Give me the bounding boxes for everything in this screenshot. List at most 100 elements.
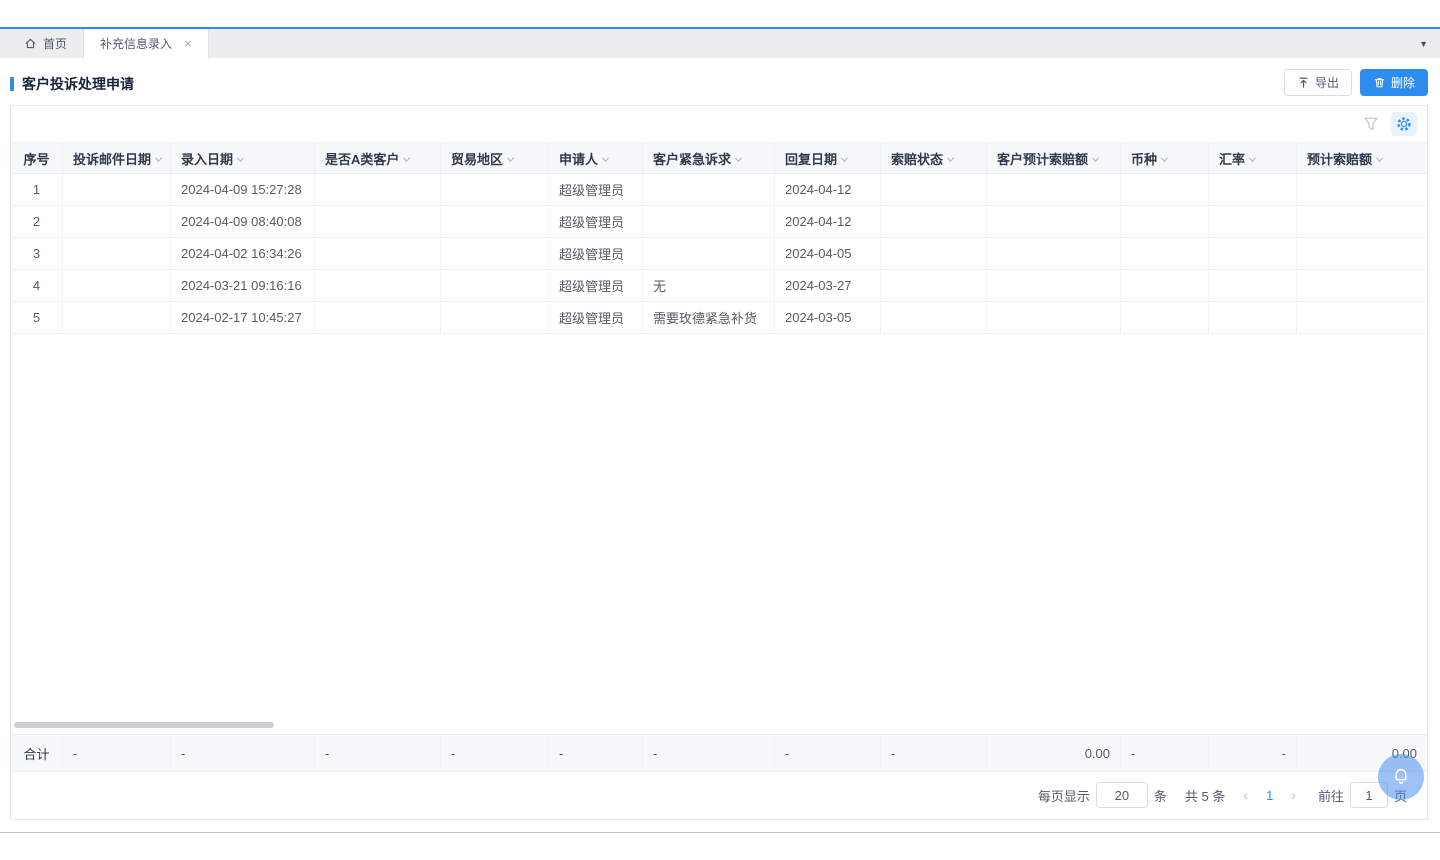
col-header-entry-date[interactable]: 录入日期 [171, 142, 315, 174]
tab-collapse-caret-icon[interactable]: ▼ [1419, 29, 1428, 58]
title-accent-bar [10, 77, 14, 91]
col-header-cust-est-claim[interactable]: 客户预计索赔额 [987, 142, 1121, 174]
col-header-urgent-demand[interactable]: 客户紧急诉求 [643, 142, 775, 174]
chevron-down-icon [154, 156, 163, 163]
table-cell [1209, 206, 1297, 238]
summary-row-wrap: 合计 - - - - - - - - 0.00 - - 0.00 [11, 734, 1427, 772]
next-page-icon[interactable]: › [1291, 787, 1296, 803]
table-cell [881, 270, 987, 302]
col-header-seq[interactable]: 序号 [11, 142, 63, 174]
summary-cell: - [441, 734, 549, 772]
col-header-applicant[interactable]: 申请人 [549, 142, 643, 174]
table-cell: 2024-02-17 10:45:27 [171, 302, 315, 334]
table-cell [643, 174, 775, 206]
table-cell: 2024-04-12 [775, 174, 881, 206]
summary-cell: - [1121, 734, 1209, 772]
table-row[interactable]: 5 2024-02-17 10:45:27 超级管理员 需要玫德紧急补货 202… [11, 302, 1427, 334]
chevron-down-icon [1091, 156, 1100, 163]
table-cell: 2024-03-27 [775, 270, 881, 302]
table-cell [1121, 270, 1209, 302]
table-cell [315, 270, 441, 302]
page-size-input[interactable] [1096, 782, 1148, 808]
chevron-down-icon [840, 156, 849, 163]
col-header-a-class[interactable]: 是否A类客户 [315, 142, 441, 174]
delete-button[interactable]: 删除 [1360, 69, 1428, 96]
table-body: 1 2024-04-09 15:27:28 超级管理员 2024-04-12 2… [11, 174, 1427, 334]
table-cell [1297, 174, 1427, 206]
table-cell: 2024-04-09 15:27:28 [171, 174, 315, 206]
goto-label: 前往 [1318, 786, 1344, 805]
table-cell [1121, 174, 1209, 206]
summary-cell: - [315, 734, 441, 772]
summary-cell: - [643, 734, 775, 772]
chevron-down-icon [1160, 156, 1169, 163]
page-title-block: 客户投诉处理申请 [10, 74, 134, 94]
col-header-exchange-rate[interactable]: 汇率 [1209, 142, 1297, 174]
table-cell: 需要玫德紧急补货 [643, 302, 775, 334]
chevron-down-icon [1248, 156, 1257, 163]
table-cell: 3 [11, 238, 63, 270]
table-row[interactable]: 3 2024-04-02 16:34:26 超级管理员 2024-04-05 [11, 238, 1427, 270]
table-header: 序号 投诉邮件日期 录入日期 是否A类客户 贸易地区 申请人 客户紧急诉求 回复… [11, 142, 1427, 174]
total-count-label: 共 5 条 [1185, 786, 1225, 805]
table-cell: 2024-04-12 [775, 206, 881, 238]
export-button[interactable]: 导出 [1284, 69, 1352, 96]
table-cell [1121, 238, 1209, 270]
col-header-claim-status[interactable]: 索赔状态 [881, 142, 987, 174]
table-cell [1121, 206, 1209, 238]
table-cell [63, 206, 171, 238]
table-row[interactable]: 1 2024-04-09 15:27:28 超级管理员 2024-04-12 [11, 174, 1427, 206]
filter-icon[interactable] [1363, 116, 1379, 132]
table-cell [1297, 270, 1427, 302]
summary-cell: - [63, 734, 171, 772]
notification-bell-button[interactable] [1378, 754, 1424, 800]
table-cell: 2024-04-02 16:34:26 [171, 238, 315, 270]
table-cell: 2 [11, 206, 63, 238]
table-cell: 无 [643, 270, 775, 302]
summary-cell: - [881, 734, 987, 772]
table-row[interactable]: 2 2024-04-09 08:40:08 超级管理员 2024-04-12 [11, 206, 1427, 238]
bottom-divider [0, 832, 1440, 833]
table-cell [881, 206, 987, 238]
table-cell: 1 [11, 174, 63, 206]
bell-icon [1390, 766, 1412, 788]
horizontal-scrollbar-thumb[interactable] [14, 722, 274, 728]
close-icon[interactable]: × [184, 37, 192, 50]
chevron-down-icon [236, 156, 245, 163]
col-header-complaint-date[interactable]: 投诉邮件日期 [63, 142, 171, 174]
export-button-label: 导出 [1315, 74, 1339, 91]
chevron-down-icon [601, 156, 610, 163]
col-header-currency[interactable]: 币种 [1121, 142, 1209, 174]
chevron-down-icon [946, 156, 955, 163]
page-size-unit: 条 [1154, 786, 1167, 805]
table-panel: 序号 投诉邮件日期 录入日期 是否A类客户 贸易地区 申请人 客户紧急诉求 回复… [10, 105, 1428, 820]
table-cell [1121, 302, 1209, 334]
table-cell [315, 206, 441, 238]
table-cell [315, 302, 441, 334]
column-settings-button[interactable] [1391, 112, 1417, 136]
current-page-number[interactable]: 1 [1266, 788, 1273, 803]
col-header-est-claim[interactable]: 预计索赔额 [1297, 142, 1427, 174]
page-size-label: 每页显示 [1038, 786, 1090, 805]
tab-home[interactable]: 首页 [8, 29, 83, 58]
table-cell: 超级管理员 [549, 238, 643, 270]
prev-page-icon[interactable]: ‹ [1243, 787, 1248, 803]
col-header-reply-date[interactable]: 回复日期 [775, 142, 881, 174]
table-row[interactable]: 4 2024-03-21 09:16:16 超级管理员 无 2024-03-27 [11, 270, 1427, 302]
col-header-trade-region[interactable]: 贸易地区 [441, 142, 549, 174]
table-cell [441, 206, 549, 238]
table-cell [63, 238, 171, 270]
table-cell [643, 238, 775, 270]
table-cell [441, 238, 549, 270]
table-cell: 2024-03-05 [775, 302, 881, 334]
gear-icon [1396, 116, 1412, 132]
trash-icon [1373, 76, 1386, 89]
summary-cell: - [1209, 734, 1297, 772]
chevron-down-icon [506, 156, 515, 163]
tab-active[interactable]: 补充信息录入 × [83, 29, 209, 58]
table-toolbar [11, 106, 1427, 142]
chevron-down-icon [734, 156, 743, 163]
table-cell [1209, 238, 1297, 270]
table-cell [643, 206, 775, 238]
table-cell [1209, 174, 1297, 206]
